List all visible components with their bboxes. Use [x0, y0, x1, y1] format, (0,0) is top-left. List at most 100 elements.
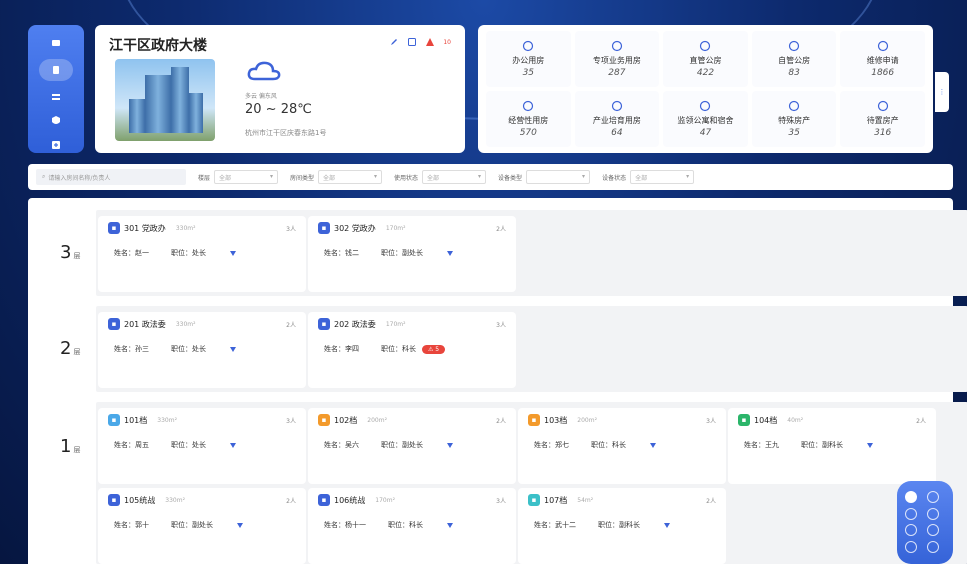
stat-item[interactable]: 经营性用房 570 [486, 91, 571, 147]
user-icon[interactable] [445, 248, 455, 258]
stat-item[interactable]: 自管公房 83 [751, 31, 837, 87]
alert-badge[interactable]: ⚠ 5 [422, 344, 446, 354]
room-card[interactable]: ▪ 105统战 330m² 2人 姓名：郭十 职位：副处长 [98, 488, 306, 564]
control-dot[interactable] [926, 524, 939, 536]
room-people: 3人 [496, 321, 506, 329]
control-dot[interactable] [905, 524, 917, 536]
room-card[interactable]: ▪ 102档 200m² 2人 姓名：吴六 职位：副处长 [308, 408, 516, 484]
side-tab[interactable]: ⋮ [935, 72, 949, 112]
room-body: 姓名：钱二 职位：副处长 [318, 248, 506, 258]
filter-select[interactable]: 全部 ▾ [318, 170, 383, 184]
stat-label: 特殊房产 [778, 116, 811, 125]
room-card[interactable]: ▪ 107档 54m² 2人 姓名：武十二 职位：副科长 [518, 488, 726, 564]
filter-value: 全部 [323, 175, 336, 182]
nav-home[interactable] [45, 35, 67, 50]
building-address: 杭州市江干区庆春东路1号 [245, 129, 327, 137]
room-header: ▪ 102档 200m² 2人 [318, 414, 506, 426]
room-card[interactable]: ▪ 106统战 170m² 3人 姓名：杨十一 职位：科长 [308, 488, 516, 564]
room-area: 330m² [165, 496, 185, 504]
filter-select[interactable]: ▾ [526, 170, 591, 184]
cart-icon [523, 100, 534, 112]
filter-item: 设备类型 ▾ [498, 170, 591, 184]
control-dot[interactable] [926, 491, 939, 503]
room-person: 姓名：李四 [324, 345, 359, 353]
nav-shield[interactable] [45, 114, 67, 129]
stat-item[interactable]: 产业培育用房 64 [574, 91, 660, 147]
filter-select[interactable]: 全部 ▾ [214, 170, 279, 184]
stat-item[interactable]: 直管公房 422 [663, 31, 748, 87]
room-header: ▪ 201 政法委 330m² 2人 [108, 318, 296, 330]
nav-list[interactable] [45, 90, 67, 105]
cloud-icon [247, 61, 281, 81]
control-dot[interactable] [926, 507, 939, 520]
floor-map: 3 层 ▪ 301 党政办 330m² 3人 姓名：赵一 职位：处长 ▪ 302 党政办 170m²… [28, 198, 967, 564]
user-icon[interactable] [235, 520, 245, 530]
clock-icon [611, 40, 622, 52]
room-body: 姓名：吴六 职位：副处长 [318, 440, 506, 450]
filter-label: 使用状态 [394, 174, 419, 182]
user-icon[interactable] [865, 440, 875, 450]
user-icon[interactable] [228, 440, 238, 450]
search-input[interactable]: ⌕ 请输入房间名称/负责人 [36, 169, 186, 185]
stat-item[interactable]: 特殊房产 35 [751, 91, 837, 147]
info-icon[interactable] [407, 37, 417, 47]
room-tag-icon: ▪ [108, 318, 120, 330]
room-tag-icon: ▪ [738, 414, 750, 426]
room-people: 2人 [496, 225, 506, 233]
floor-unit: 层 [73, 446, 81, 454]
user-icon[interactable] [445, 440, 455, 450]
stat-item[interactable]: 办公用房 35 [486, 31, 571, 87]
stat-item[interactable]: 专项业务用房 287 [574, 31, 660, 87]
room-card[interactable]: ▪ 104档 40m² 2人 姓名：王九 职位：副科长 [728, 408, 936, 484]
room-name: 107档 [544, 495, 568, 505]
building-icon [53, 65, 59, 74]
room-person: 姓名：孙三 [114, 345, 149, 353]
room-card[interactable]: ▪ 302 党政办 170m² 2人 姓名：钱二 职位：副处长 [308, 216, 516, 292]
control-dot[interactable] [905, 491, 917, 503]
nav-building[interactable] [39, 59, 73, 81]
user-icon[interactable] [445, 520, 455, 530]
edit-icon[interactable] [389, 37, 399, 47]
floating-control[interactable] [897, 481, 953, 564]
room-body: 姓名：李四 职位：科长 ⚠ 5 [318, 344, 506, 354]
room-card[interactable]: ▪ 101档 330m² 3人 姓名：周五 职位：处长 [98, 408, 306, 484]
chevron-down-icon: ▾ [582, 173, 586, 180]
stat-value: 287 [608, 68, 626, 78]
stat-item[interactable]: 监领公寓和宿舍 47 [663, 91, 748, 147]
user-icon[interactable] [662, 520, 672, 530]
room-header: ▪ 104档 40m² 2人 [738, 414, 926, 426]
room-tag-icon: ▪ [318, 222, 330, 234]
floor-label: 1层 [60, 436, 80, 457]
room-body: 姓名：周五 职位：处长 [108, 440, 296, 450]
room-area: 330m² [175, 320, 196, 328]
room-name: 106统战 [334, 495, 366, 505]
room-position: 职位：科长 [388, 521, 423, 529]
room-area: 330m² [175, 224, 196, 232]
room-header: ▪ 202 政法委 170m² 3人 [318, 318, 506, 330]
nav-add[interactable] [45, 138, 67, 153]
warning-icon[interactable] [425, 37, 435, 47]
user-icon[interactable] [228, 248, 238, 258]
control-dot[interactable] [926, 540, 939, 553]
chevron-down-icon: ▾ [478, 173, 482, 180]
room-card[interactable]: ▪ 103档 200m² 3人 姓名：郑七 职位：科长 [518, 408, 726, 484]
room-card[interactable]: ▪ 201 政法委 330m² 2人 姓名：孙三 职位：处长 [98, 312, 306, 388]
user-icon[interactable] [648, 440, 658, 450]
room-position: 职位：处长 [171, 441, 206, 449]
stat-value: 35 [788, 128, 800, 138]
filter-item: 房间类型 全部 ▾ [290, 170, 383, 184]
control-dot[interactable] [905, 540, 917, 553]
filter-select[interactable]: 全部 ▾ [422, 170, 487, 184]
stat-item[interactable]: 待置房产 316 [840, 91, 925, 147]
user-icon[interactable] [228, 344, 238, 354]
room-card[interactable]: ▪ 301 党政办 330m² 3人 姓名：赵一 职位：处长 [98, 216, 306, 292]
filter-select[interactable]: 全部 ▾ [630, 170, 695, 184]
room-position: 职位：副科长 [598, 521, 640, 529]
filter-item: 使用状态 全部 ▾ [394, 170, 487, 184]
stat-item[interactable]: 维修申请 1866 [840, 31, 925, 87]
control-dot[interactable] [905, 507, 917, 520]
room-card[interactable]: ▪ 202 政法委 170m² 3人 姓名：李四 职位：科长 ⚠ 5 [308, 312, 516, 388]
filter-value: 全部 [219, 175, 232, 182]
stat-label: 监领公寓和宿舍 [677, 116, 734, 125]
weather-desc: 多云 偏东风 [245, 93, 277, 100]
